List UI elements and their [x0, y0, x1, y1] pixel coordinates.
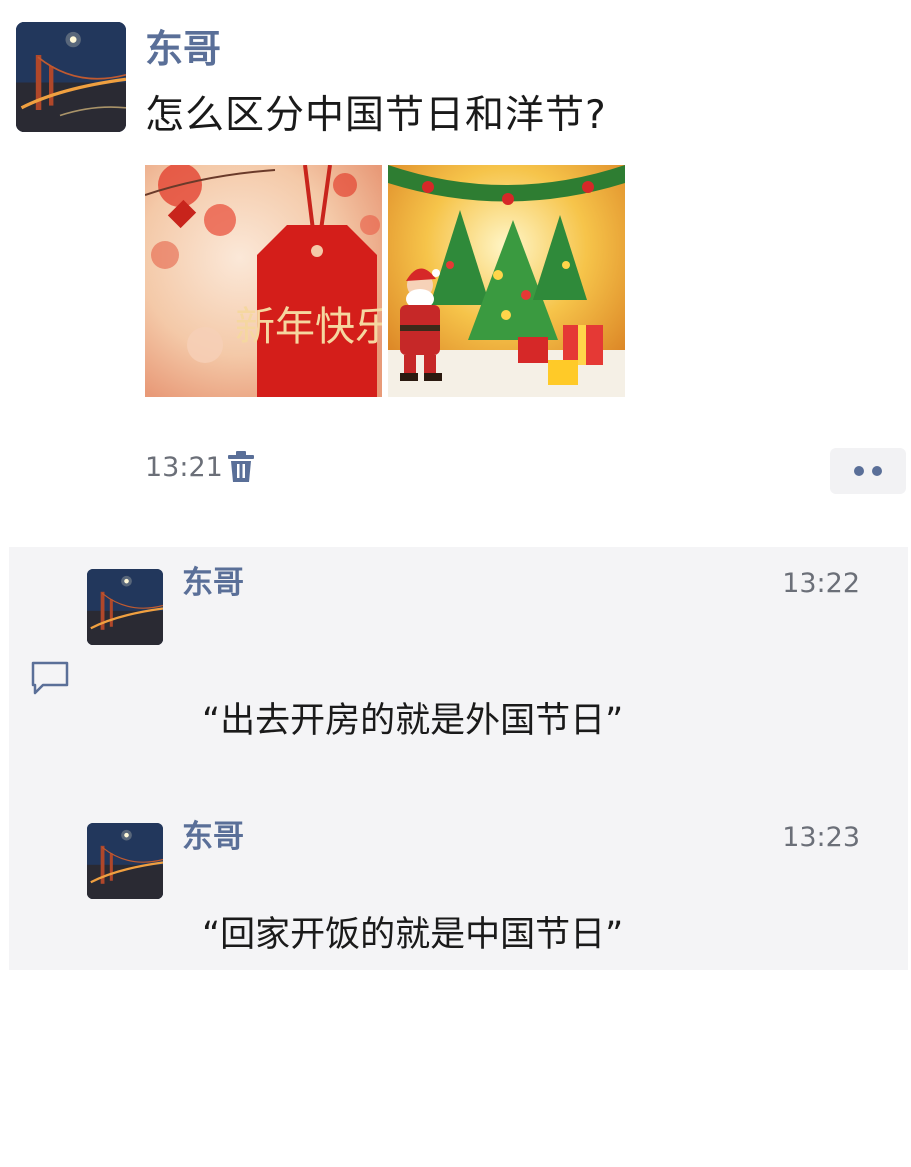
- author-name[interactable]: 东哥: [145, 26, 221, 72]
- post-image-2[interactable]: [388, 165, 625, 397]
- dot: [872, 466, 882, 476]
- dot: [854, 466, 864, 476]
- comment-section: 东哥 13:22 “出去开房的就是外国节日” 东哥 13:23 “回家开饭的就是…: [9, 547, 908, 970]
- comment-time: 13:23: [782, 822, 860, 853]
- comment-bubble-icon: [31, 661, 69, 695]
- chinese-new-year-image: 新年快乐: [145, 165, 382, 397]
- post-text: 怎么区分中国节日和洋节?: [145, 93, 607, 138]
- christmas-santa-image: [388, 165, 625, 397]
- post-time: 13:21: [145, 452, 223, 483]
- commenter-name[interactable]: 东哥: [182, 562, 244, 604]
- commenter-name[interactable]: 东哥: [182, 816, 244, 858]
- post-image-1[interactable]: 新年快乐: [145, 165, 382, 397]
- bridge-night-avatar-image: [16, 22, 126, 132]
- bridge-night-avatar-image: [87, 823, 163, 899]
- moments-post: 东哥 怎么区分中国节日和洋节? 新年快乐 13:21 东哥 13:22 “出去开…: [0, 0, 911, 1167]
- comment-text: “回家开饭的就是中国节日”: [202, 915, 624, 955]
- comment-time: 13:22: [782, 568, 860, 599]
- comment-text: “出去开房的就是外国节日”: [202, 701, 624, 741]
- trash-icon[interactable]: [226, 450, 256, 484]
- new-year-caption: 新年快乐: [235, 304, 382, 350]
- bridge-night-avatar-image: [87, 569, 163, 645]
- commenter-avatar[interactable]: [87, 823, 163, 899]
- more-dots-icon[interactable]: [830, 448, 906, 494]
- commenter-avatar[interactable]: [87, 569, 163, 645]
- author-avatar[interactable]: [16, 22, 126, 132]
